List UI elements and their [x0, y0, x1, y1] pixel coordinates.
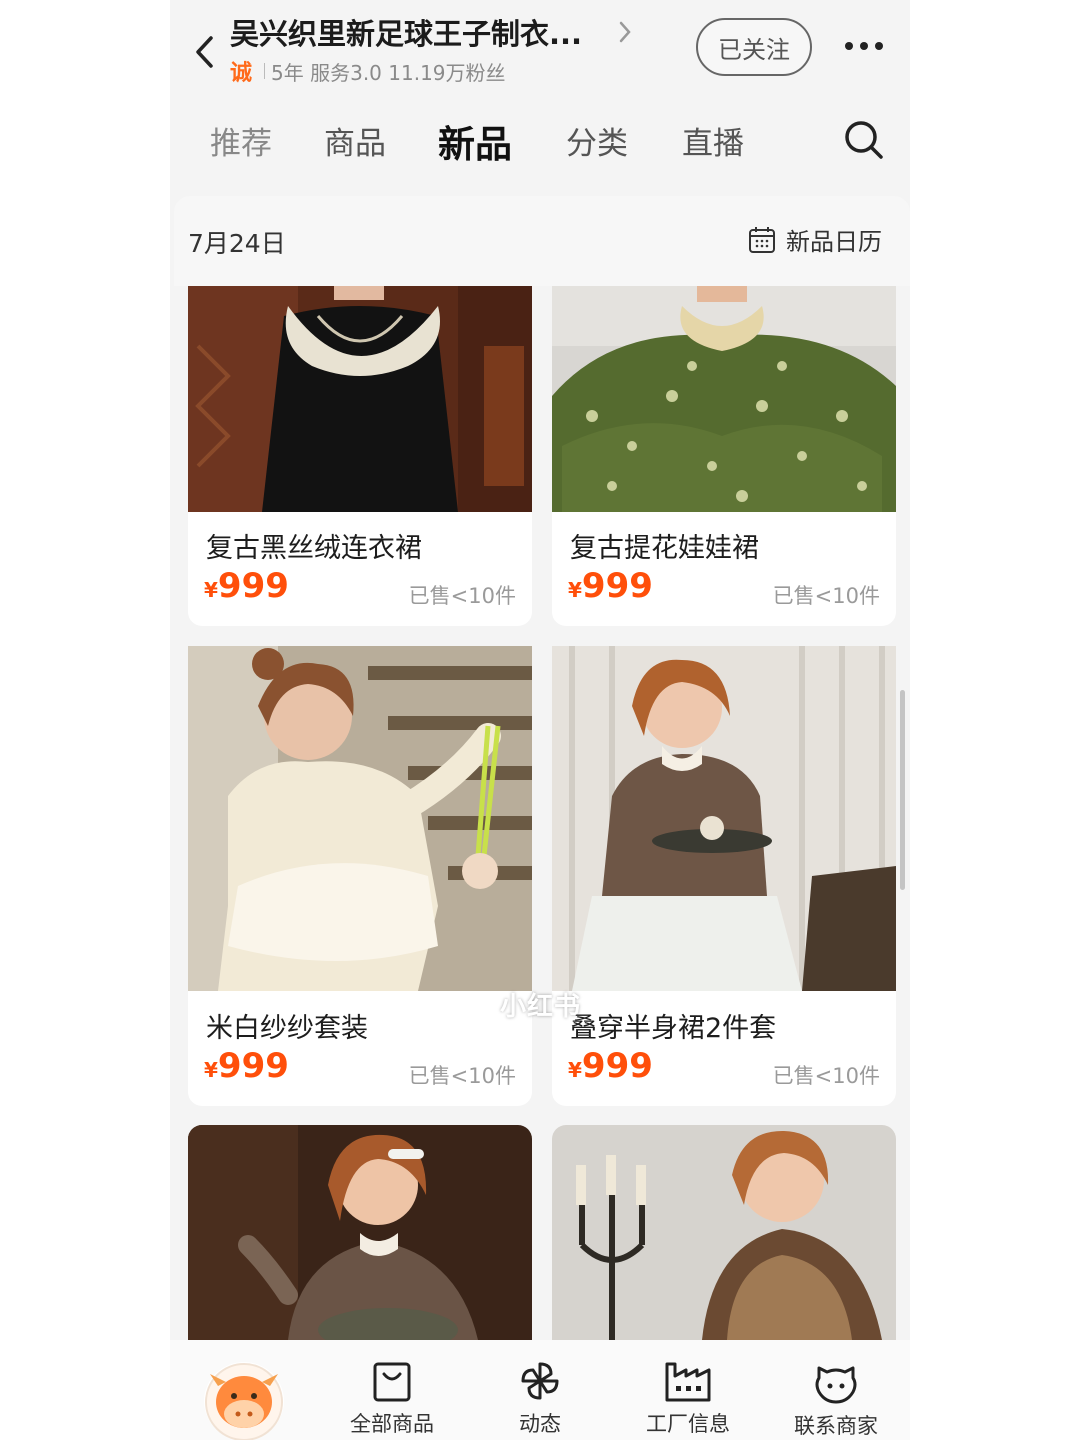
nav-label: 全部商品 [350, 1412, 434, 1436]
chevron-right-icon [619, 21, 631, 43]
shop-name: 吴兴织里新足球王子制衣... [230, 17, 583, 51]
watermark: 小红书 [500, 992, 582, 1022]
bag-icon [373, 1362, 411, 1402]
product-name: 复古提花娃娃裙 [570, 533, 759, 564]
date-bar: 7月24日 新品日历 [174, 196, 910, 286]
sold-count: 已售<10件 [408, 1064, 516, 1088]
product-photo [552, 646, 896, 991]
sold-count: 已售<10件 [408, 584, 516, 608]
release-date: 7月24日 [188, 229, 286, 258]
product-photo [188, 646, 532, 991]
shop-mascot-avatar[interactable] [204, 1362, 284, 1440]
tab-live[interactable]: 直播 [682, 118, 744, 163]
bottom-navigation: 全部商品 动态 工厂信息 联系商家 [170, 1340, 910, 1440]
product-card[interactable]: 复古提花娃娃裙 ¥999 已售<10件 [552, 286, 896, 626]
product-card[interactable] [552, 1125, 896, 1340]
shop-page: 吴兴织里新足球王子制衣... 诚 5年 服务3.0 11.19万粉丝 已关注 推… [170, 0, 910, 1440]
calendar-label: 新品日历 [786, 228, 882, 256]
product-name: 复古黑丝绒连衣裙 [206, 533, 422, 564]
product-price: ¥999 [204, 566, 289, 606]
shop-stats: 5年 服务3.0 11.19万粉丝 [271, 60, 506, 85]
product-price: ¥999 [568, 566, 653, 606]
product-name: 叠穿半身裙2件套 [570, 1013, 777, 1044]
calendar-icon [749, 226, 775, 253]
shop-title-link[interactable]: 吴兴织里新足球王子制衣... [230, 12, 650, 52]
nav-all-products[interactable]: 全部商品 [332, 1360, 452, 1438]
scrollbar[interactable] [900, 690, 905, 890]
product-grid: 复古黑丝绒连衣裙 ¥999 已售<10件 复古提花娃娃裙 ¥999 已售<10件… [170, 286, 910, 1340]
shop-header: 吴兴织里新足球王子制衣... 诚 5年 服务3.0 11.19万粉丝 已关注 [170, 0, 910, 98]
product-card[interactable] [188, 1125, 532, 1340]
more-button[interactable] [838, 28, 890, 64]
shop-tabs: 推荐 商品 新品 分类 直播 [170, 104, 910, 180]
sold-count: 已售<10件 [772, 1064, 880, 1088]
trust-badge: 诚 [230, 61, 253, 86]
product-photo [552, 286, 896, 512]
cow-mascot-icon [205, 1363, 283, 1440]
nav-feed[interactable]: 动态 [480, 1360, 600, 1438]
sold-count: 已售<10件 [772, 584, 880, 608]
tab-recommend[interactable]: 推荐 [210, 118, 272, 163]
nav-factory-info[interactable]: 工厂信息 [628, 1360, 748, 1438]
nav-label: 工厂信息 [646, 1412, 730, 1436]
product-card[interactable]: 复古黑丝绒连衣裙 ¥999 已售<10件 [188, 286, 532, 626]
new-calendar-button[interactable]: 新品日历 [748, 222, 882, 257]
chat-bubble-icon [815, 1366, 857, 1404]
product-photo [552, 1125, 896, 1340]
tab-categories[interactable]: 分类 [566, 118, 628, 163]
search-icon [845, 121, 883, 159]
follow-button[interactable]: 已关注 [696, 18, 812, 76]
pinwheel-icon [521, 1362, 559, 1400]
nav-contact-seller[interactable]: 联系商家 [776, 1360, 896, 1440]
product-card[interactable]: 叠穿半身裙2件套 ¥999 已售<10件 [552, 646, 896, 1106]
product-name: 米白纱纱套装 [206, 1013, 368, 1044]
tab-products[interactable]: 商品 [324, 118, 386, 163]
product-photo [188, 286, 532, 512]
nav-label: 动态 [519, 1412, 561, 1436]
shop-meta: 诚 5年 服务3.0 11.19万粉丝 [230, 56, 506, 87]
factory-icon [665, 1362, 711, 1402]
more-dots-icon [845, 42, 883, 50]
back-button[interactable] [184, 30, 224, 74]
nav-label: 联系商家 [794, 1414, 878, 1438]
back-arrow-icon [196, 36, 213, 68]
product-price: ¥999 [204, 1046, 289, 1086]
product-photo [188, 1125, 532, 1340]
product-price: ¥999 [568, 1046, 653, 1086]
search-button[interactable] [842, 118, 886, 162]
product-card[interactable]: 米白纱纱套装 ¥999 已售<10件 [188, 646, 532, 1106]
divider [264, 63, 266, 79]
tab-new[interactable]: 新品 [438, 114, 512, 168]
